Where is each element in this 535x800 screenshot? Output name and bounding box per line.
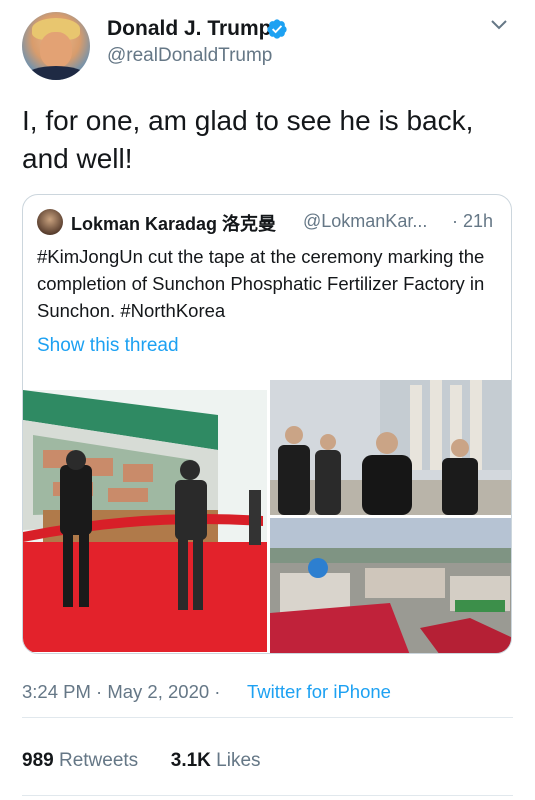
divider (22, 795, 513, 796)
retweets-stat[interactable]: 989 Retweets (22, 750, 143, 771)
quoted-photo-2[interactable] (270, 380, 511, 515)
tweet-text: I, for one, am glad to see he is back, a… (22, 105, 474, 174)
quoted-author-avatar (37, 209, 63, 235)
quoted-photo-3[interactable] (270, 518, 511, 653)
quoted-tweet-text: #KimJongUn cut the tape at the ceremony … (37, 246, 485, 321)
retweets-count: 989 (22, 750, 54, 771)
author-avatar[interactable] (22, 12, 90, 80)
likes-stat[interactable]: 3.1K Likes (171, 750, 261, 771)
retweets-label: Retweets (58, 750, 139, 771)
quoted-author-handle: @LokmanKar... (303, 211, 428, 231)
quoted-photo-1[interactable] (23, 390, 267, 652)
quoted-tweet-card[interactable]: Lokman Karadag 洛克曼 @LokmanKar... · 21h #… (22, 194, 512, 654)
tweet-timestamp[interactable]: 3:24 PM · May 2, 2020 · (22, 681, 220, 703)
likes-label: Likes (216, 750, 261, 771)
divider (22, 717, 513, 718)
tweet-source-link[interactable]: Twitter for iPhone (247, 681, 391, 703)
tweet-stats: 989 Retweets 3.1K Likes (22, 750, 261, 772)
chevron-down-icon[interactable] (490, 18, 508, 32)
quoted-tweet-time: · 21h (452, 211, 494, 231)
author-name[interactable]: Donald J. Trump (107, 17, 272, 41)
verified-icon (267, 19, 287, 39)
show-thread-link[interactable]: Show this thread (37, 335, 179, 357)
quoted-author-name: Lokman Karadag 洛克曼 (71, 214, 277, 234)
author-handle[interactable]: @realDonaldTrump (107, 45, 272, 67)
likes-count: 3.1K (170, 750, 211, 771)
